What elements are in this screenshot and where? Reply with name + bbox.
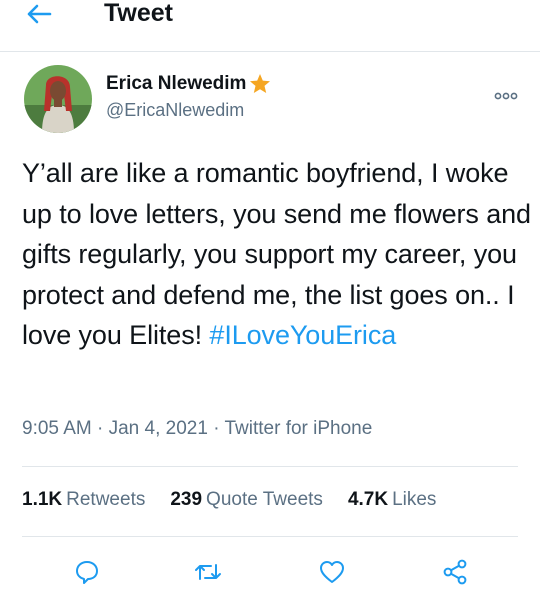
retweet-button[interactable] bbox=[193, 557, 223, 587]
engagement-stats: 1.1K Retweets 239 Quote Tweets 4.7K Likes bbox=[22, 489, 461, 511]
quote-count: 239 bbox=[170, 489, 203, 510]
divider bbox=[22, 466, 518, 467]
more-icon bbox=[494, 92, 518, 100]
likes-label: Likes bbox=[392, 489, 437, 510]
tweet-source[interactable]: Twitter for iPhone bbox=[224, 418, 372, 439]
author-name-text: Erica Nlewedim bbox=[106, 73, 247, 94]
back-button[interactable] bbox=[26, 0, 66, 28]
divider bbox=[22, 536, 518, 537]
share-icon bbox=[443, 559, 467, 585]
tweet-date[interactable]: Jan 4, 2021 bbox=[109, 418, 208, 439]
retweet-icon bbox=[195, 564, 221, 580]
tweet-meta: 9:05 AM · Jan 4, 2021 · Twitter for iPho… bbox=[22, 418, 372, 440]
tweet-text: Y’all are like a romantic boyfriend, I w… bbox=[22, 153, 532, 356]
author-name[interactable]: Erica Nlewedim bbox=[106, 72, 272, 96]
reply-icon bbox=[76, 561, 98, 584]
like-icon bbox=[320, 561, 344, 583]
more-options-button[interactable] bbox=[492, 88, 520, 104]
star-icon bbox=[250, 74, 271, 93]
avatar[interactable] bbox=[24, 65, 92, 133]
tweet-time[interactable]: 9:05 AM bbox=[22, 418, 92, 439]
quote-tweets-stat[interactable]: 239 Quote Tweets bbox=[170, 489, 323, 511]
retweets-stat[interactable]: 1.1K Retweets bbox=[22, 489, 145, 511]
reply-button[interactable] bbox=[72, 557, 102, 587]
page-title: Tweet bbox=[104, 0, 173, 27]
likes-stat[interactable]: 4.7K Likes bbox=[348, 489, 437, 511]
profile-photo bbox=[24, 65, 92, 133]
author-handle[interactable]: @EricaNlewedim bbox=[106, 100, 244, 121]
meta-separator: · bbox=[207, 418, 225, 439]
quote-label: Quote Tweets bbox=[206, 489, 323, 510]
hashtag-link[interactable]: #ILoveYouErica bbox=[209, 320, 396, 350]
arrow-left-icon bbox=[27, 4, 52, 24]
retweets-count: 1.1K bbox=[22, 489, 63, 510]
share-button[interactable] bbox=[440, 557, 470, 587]
likes-count: 4.7K bbox=[347, 489, 389, 510]
like-button[interactable] bbox=[317, 557, 347, 587]
meta-separator: · bbox=[91, 418, 109, 439]
retweets-label: Retweets bbox=[66, 489, 146, 510]
top-bar: Tweet bbox=[0, 0, 540, 52]
